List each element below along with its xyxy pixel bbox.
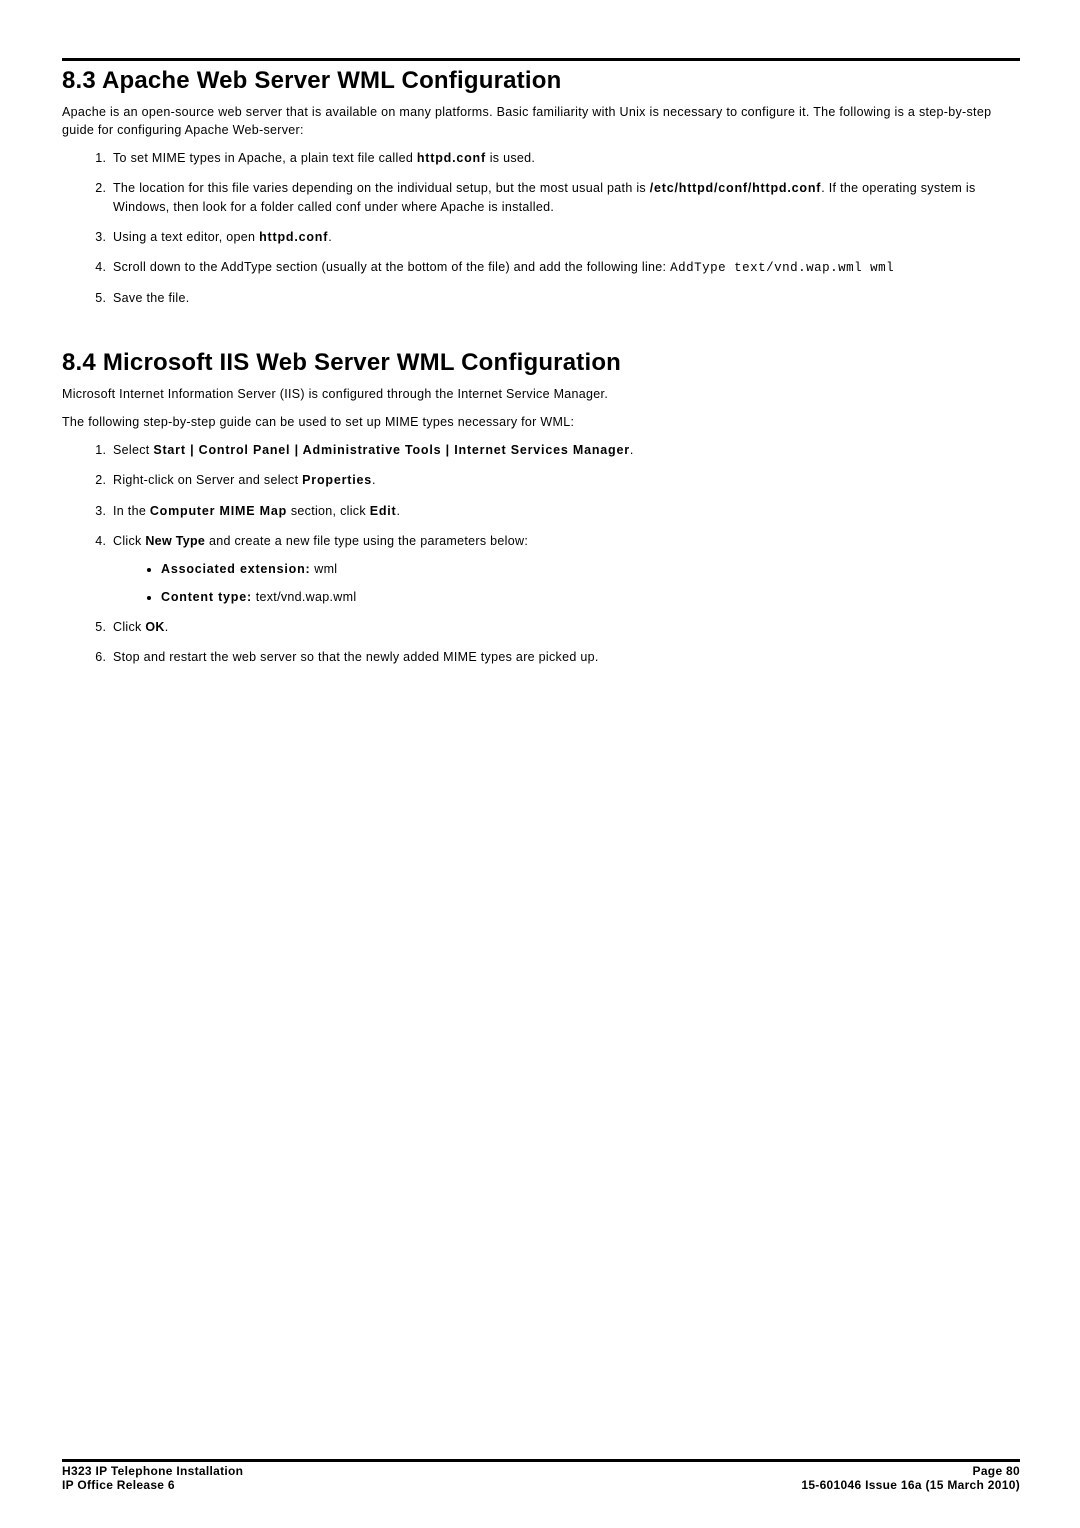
text: section, click — [287, 504, 370, 518]
text: wml — [310, 562, 337, 576]
text: and create a new file type using the par… — [205, 534, 528, 548]
bold-text: /etc/httpd/conf/httpd.conf — [650, 181, 821, 195]
text: Using a text editor, open — [113, 230, 259, 244]
footer-row-2: IP Office Release 6 15-601046 Issue 16a … — [62, 1478, 1020, 1492]
bold-text: Properties — [302, 473, 372, 487]
text: . — [372, 473, 376, 487]
list-item: Save the file. — [110, 289, 1020, 307]
footer-right-1: Page 80 — [973, 1464, 1020, 1478]
list-item: To set MIME types in Apache, a plain tex… — [110, 149, 1020, 167]
text: Scroll down to the AddType section (usua… — [113, 260, 670, 274]
text: . — [165, 620, 169, 634]
bold-text: Computer MIME Map — [150, 504, 287, 518]
section-84-intro1: Microsoft Internet Information Server (I… — [62, 385, 1020, 403]
text: is used. — [486, 151, 535, 165]
page-footer: H323 IP Telephone Installation Page 80 I… — [62, 1459, 1020, 1492]
text: . — [630, 443, 634, 457]
section-83-intro: Apache is an open-source web server that… — [62, 103, 1020, 139]
list-item: Using a text editor, open httpd.conf. — [110, 228, 1020, 246]
text: text/vnd.wap.wml — [252, 590, 356, 604]
text: The location for this file varies depend… — [113, 181, 650, 195]
section-84-intro2: The following step-by-step guide can be … — [62, 413, 1020, 431]
bold-text: New Type — [145, 534, 205, 548]
bold-text: Edit — [370, 504, 397, 518]
bold-text: Content type: — [161, 590, 252, 604]
section-84-title: 8.4 Microsoft IIS Web Server WML Configu… — [62, 349, 1020, 377]
list-item: Stop and restart the web server so that … — [110, 648, 1020, 666]
footer-left-1: H323 IP Telephone Installation — [62, 1464, 243, 1478]
text: To set MIME types in Apache, a plain tex… — [113, 151, 417, 165]
footer-right-2: 15-601046 Issue 16a (15 March 2010) — [801, 1478, 1020, 1492]
code-text: AddType text/vnd.wap.wml wml — [670, 261, 894, 275]
bullet-list: Associated extension: wml Content type: … — [113, 560, 1020, 606]
text: Stop and restart the web server so that … — [113, 650, 599, 664]
bold-text: Start | Control Panel | Administrative T… — [153, 443, 630, 457]
text: In the — [113, 504, 150, 518]
section-83-list: To set MIME types in Apache, a plain tex… — [62, 149, 1020, 307]
section-83-title: 8.3 Apache Web Server WML Configuration — [62, 67, 1020, 95]
text: Click — [113, 620, 145, 634]
bold-text: httpd.conf — [259, 230, 328, 244]
text: . — [397, 504, 401, 518]
list-item: Right-click on Server and select Propert… — [110, 471, 1020, 489]
text: Save the file. — [113, 291, 189, 305]
top-rule — [62, 58, 1020, 61]
text: Click — [113, 534, 145, 548]
bold-text: httpd.conf — [417, 151, 486, 165]
list-item: The location for this file varies depend… — [110, 179, 1020, 215]
list-item: In the Computer MIME Map section, click … — [110, 502, 1020, 520]
list-item: Select Start | Control Panel | Administr… — [110, 441, 1020, 459]
bullet-item: Content type: text/vnd.wap.wml — [161, 588, 1020, 606]
bold-text: OK — [145, 620, 164, 634]
list-item: Click New Type and create a new file typ… — [110, 532, 1020, 606]
list-item: Scroll down to the AddType section (usua… — [110, 258, 1020, 277]
footer-row-1: H323 IP Telephone Installation Page 80 — [62, 1464, 1020, 1478]
footer-rule — [62, 1459, 1020, 1462]
list-item: Click OK. — [110, 618, 1020, 636]
bullet-item: Associated extension: wml — [161, 560, 1020, 578]
section-84-list: Select Start | Control Panel | Administr… — [62, 441, 1020, 666]
text: . — [328, 230, 332, 244]
footer-left-2: IP Office Release 6 — [62, 1478, 175, 1492]
text: Right-click on Server and select — [113, 473, 302, 487]
bold-text: Associated extension: — [161, 562, 310, 576]
text: Select — [113, 443, 153, 457]
